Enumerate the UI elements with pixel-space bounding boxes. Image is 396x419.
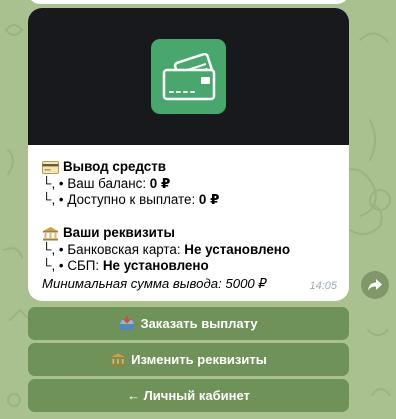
change-requisites-button[interactable]: Изменить реквизиты bbox=[28, 343, 349, 376]
branch-prefix: └, • bbox=[42, 258, 68, 273]
sbp-label: СБП: bbox=[67, 258, 103, 273]
forward-button[interactable] bbox=[361, 271, 389, 299]
bank-icon bbox=[110, 352, 127, 368]
personal-account-label: ← Личный кабинет bbox=[127, 388, 250, 403]
sbp-line: └, • СБП: Не установлено bbox=[42, 258, 335, 275]
request-payout-button[interactable]: Заказать выплату bbox=[28, 307, 349, 340]
withdraw-title: Вывод средств bbox=[63, 159, 167, 174]
inbox-tray-icon bbox=[119, 316, 136, 332]
balance-value: 0 ₽ bbox=[149, 175, 171, 191]
requisites-heading: Ваши реквизиты bbox=[42, 225, 335, 242]
min-sum-note: Минимальная сумма вывода: 5000 ₽ bbox=[42, 276, 267, 291]
branch-prefix: └, • bbox=[42, 175, 68, 191]
withdraw-heading: Вывод средств bbox=[42, 159, 335, 176]
requisites-title: Ваши реквизиты bbox=[63, 225, 175, 240]
card-payment-icon bbox=[162, 52, 215, 100]
credit-card-icon bbox=[42, 159, 59, 175]
available-value: 0 ₽ bbox=[198, 192, 220, 207]
sbp-value: Не установлено bbox=[102, 258, 209, 273]
bank-icon bbox=[42, 225, 59, 241]
bank-card-value: Не установлено bbox=[184, 241, 291, 257]
previous-message-bubble bbox=[28, 0, 349, 4]
message-image[interactable] bbox=[28, 8, 349, 145]
branch-prefix: └, • bbox=[42, 241, 68, 257]
available-label: Доступно к выплате: bbox=[67, 192, 199, 207]
balance-line: └, • Ваш баланс: 0 ₽ bbox=[42, 176, 335, 193]
forward-arrow-icon bbox=[368, 279, 382, 291]
message-time: 14:05 bbox=[309, 280, 337, 292]
bank-card-line: └, • Банковская карта: Не установлено bbox=[42, 242, 335, 259]
personal-account-button[interactable]: ← Личный кабинет bbox=[28, 379, 349, 412]
bank-card-label: Банковская карта: bbox=[67, 241, 185, 257]
message-text: Вывод средств └, • Ваш баланс: 0 ₽ └, • … bbox=[28, 145, 349, 275]
request-payout-label: Заказать выплату bbox=[140, 316, 258, 331]
message-footer: Минимальная сумма вывода: 5000 ₽ 14:05 bbox=[42, 276, 337, 292]
branch-prefix: └, • bbox=[42, 192, 68, 207]
bot-message: Вывод средств └, • Ваш баланс: 0 ₽ └, • … bbox=[28, 8, 349, 301]
change-requisites-label: Изменить реквизиты bbox=[131, 352, 267, 367]
balance-label: Ваш баланс: bbox=[67, 175, 150, 191]
available-line: └, • Доступно к выплате: 0 ₽ bbox=[42, 192, 335, 209]
card-wallet-logo bbox=[151, 39, 226, 114]
